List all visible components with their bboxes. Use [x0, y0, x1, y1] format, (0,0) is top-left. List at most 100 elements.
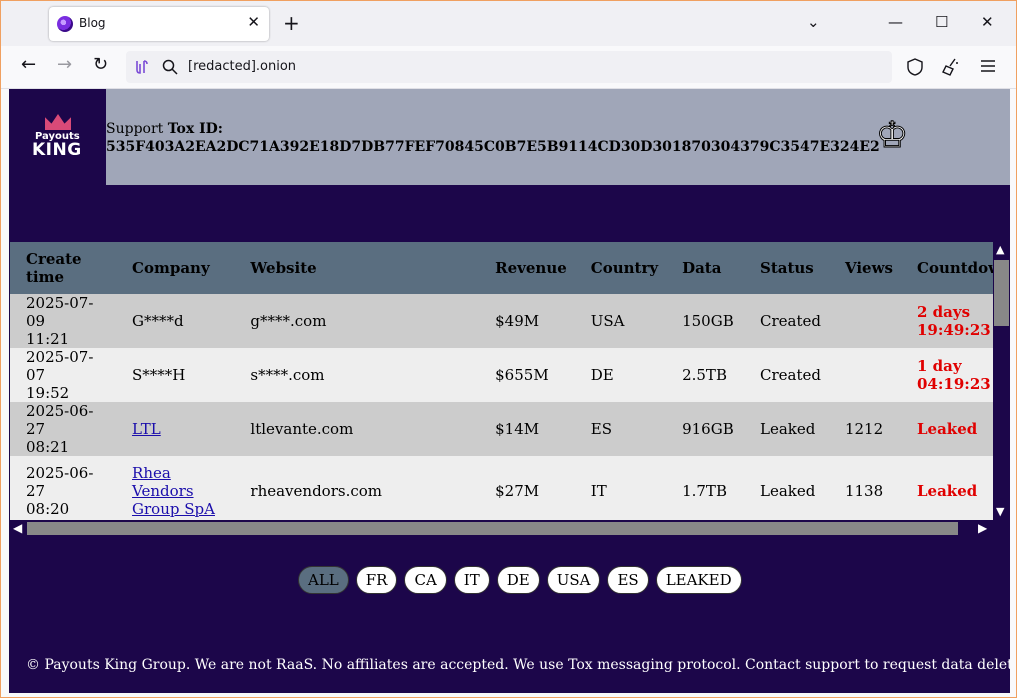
status-cell: Created — [743, 294, 829, 348]
data-size-cell: 2.5TB — [666, 348, 744, 402]
menu-icon[interactable] — [980, 59, 996, 73]
new-tab-button[interactable]: + — [283, 11, 300, 35]
create-time-cell: 2025-07-09 11:21 — [10, 294, 117, 348]
col-status: Status — [743, 242, 829, 294]
create-time-cell: 2025-07-07 19:52 — [10, 348, 117, 402]
create-time-cell: 2025-06-27 08:20 — [10, 456, 117, 520]
country-cell: DE — [574, 348, 667, 402]
website-cell: s****.com — [234, 348, 480, 402]
country-cell: USA — [574, 294, 667, 348]
chess-king-icon: ♔ — [875, 115, 909, 157]
revenue-cell: $27M — [479, 456, 575, 520]
tab-title: Blog — [79, 16, 106, 30]
website-cell: ltlevante.com — [234, 402, 480, 456]
filter-ca-button[interactable]: CA — [404, 566, 447, 594]
company-link[interactable]: Rhea Vendors Group SpA — [132, 464, 215, 518]
url-text: [redacted].onion — [188, 59, 297, 74]
filter-it-button[interactable]: IT — [453, 566, 490, 594]
tox-id: 535F403A2EA2DC71A392E18D7DB77FEF70845C0B… — [106, 139, 880, 155]
minimize-icon[interactable]: — — [888, 13, 903, 31]
search-icon — [162, 59, 178, 75]
col-country: Country — [574, 242, 667, 294]
table-header-row: Create time Company Website Revenue Coun… — [10, 242, 993, 294]
views-cell: 1212 — [828, 402, 901, 456]
url-bar[interactable]: [redacted].onion — [126, 51, 892, 83]
support-label: Support Tox ID: — [106, 121, 223, 137]
scroll-up-icon[interactable]: ▲ — [996, 243, 1004, 256]
revenue-cell: $49M — [479, 294, 575, 348]
country-cell: IT — [574, 456, 667, 520]
table-row[interactable]: 2025-06-27 08:21 LTL ltlevante.com $14M E… — [10, 402, 993, 456]
crown-icon — [45, 114, 71, 130]
filter-usa-button[interactable]: USA — [546, 566, 601, 594]
company-cell: Rhea Vendors Group SpA — [116, 456, 235, 520]
countdown-cell: 2 days 19:49:23 — [901, 294, 993, 348]
data-size-cell: 150GB — [666, 294, 744, 348]
forward-icon[interactable]: → — [57, 54, 72, 75]
tab-blog[interactable]: Blog ✕ — [49, 7, 269, 41]
scroll-left-icon[interactable]: ◀ — [13, 521, 22, 535]
status-cell: Leaked — [743, 402, 829, 456]
list-all-tabs-icon[interactable]: ⌄ — [807, 13, 820, 31]
scroll-right-icon[interactable]: ▶ — [978, 521, 987, 535]
nav-bar: ← → ↻ [redacted].onion — [1, 46, 1016, 89]
table-row[interactable]: 2025-07-09 11:21 G****d g****.com $49M US… — [10, 294, 993, 348]
tab-strip: Blog ✕ + ⌄ — ☐ ✕ — [1, 1, 1016, 46]
browser-window: Blog ✕ + ⌄ — ☐ ✕ ← → ↻ [redacted].onion — [0, 0, 1017, 698]
countdown-cell: 1 day 04:19:23 — [901, 348, 993, 402]
filter-fr-button[interactable]: FR — [355, 566, 398, 594]
tab-close-icon[interactable]: ✕ — [247, 13, 260, 31]
status-cell: Created — [743, 348, 829, 402]
reload-icon[interactable]: ↻ — [93, 54, 108, 75]
vertical-scroll-thumb[interactable] — [994, 260, 1009, 326]
company-cell: S****H — [116, 348, 235, 402]
scroll-down-icon[interactable]: ▼ — [996, 505, 1004, 518]
filter-de-button[interactable]: DE — [496, 566, 540, 594]
filter-all-button[interactable]: ALL — [298, 566, 349, 594]
close-window-icon[interactable]: ✕ — [981, 13, 994, 31]
site-logo[interactable]: Payouts KING — [9, 89, 106, 185]
victims-table: Create time Company Website Revenue Coun… — [10, 242, 993, 520]
col-company: Company — [116, 242, 235, 294]
revenue-cell: $14M — [479, 402, 575, 456]
filter-es-button[interactable]: ES — [607, 566, 649, 594]
col-countdown: Countdown — [901, 242, 993, 294]
views-cell — [828, 348, 901, 402]
privacy-icon[interactable] — [134, 59, 150, 75]
broom-icon[interactable] — [941, 57, 961, 77]
col-revenue: Revenue — [479, 242, 575, 294]
page-content: Payouts KING Support Tox ID: 535F403A2EA… — [9, 89, 1010, 693]
data-size-cell: 916GB — [666, 402, 744, 456]
horizontal-scroll-thumb[interactable] — [27, 522, 958, 535]
tor-onion-icon — [57, 16, 73, 32]
data-size-cell: 1.7TB — [666, 456, 744, 520]
shield-icon[interactable] — [907, 58, 923, 76]
col-views: Views — [828, 242, 901, 294]
countdown-cell: Leaked — [901, 402, 993, 456]
views-cell: 1138 — [828, 456, 901, 520]
create-time-cell: 2025-06-27 08:21 — [10, 402, 117, 456]
table-row[interactable]: 2025-06-27 08:20 Rhea Vendors Group SpA rhe… — [10, 456, 993, 520]
company-cell: G****d — [116, 294, 235, 348]
logo-text-bottom: KING — [32, 140, 82, 160]
company-link[interactable]: LTL — [132, 420, 161, 438]
back-icon[interactable]: ← — [21, 54, 36, 75]
site-header: Support Tox ID: 535F403A2EA2DC71A392E18D… — [106, 89, 1010, 185]
horizontal-scrollbar[interactable]: ◀ ▶ — [10, 520, 993, 537]
country-cell: ES — [574, 402, 667, 456]
countdown-cell: Leaked — [901, 456, 993, 520]
website-cell: g****.com — [234, 294, 480, 348]
views-cell — [828, 294, 901, 348]
maximize-icon[interactable]: ☐ — [935, 13, 948, 31]
country-filters: ALL FR CA IT DE USA ES LEAKED — [298, 566, 742, 594]
col-website: Website — [234, 242, 480, 294]
table-row[interactable]: 2025-07-07 19:52 S****H s****.com $655M D… — [10, 348, 993, 402]
website-cell: rheavendors.com — [234, 456, 480, 520]
col-create-time: Create time — [10, 242, 117, 294]
col-data: Data — [666, 242, 744, 294]
revenue-cell: $655M — [479, 348, 575, 402]
vertical-scrollbar[interactable]: ▲ ▼ — [993, 242, 1010, 520]
site-footer: © Payouts King Group. We are not RaaS. N… — [26, 657, 1010, 673]
filter-leaked-button[interactable]: LEAKED — [655, 566, 742, 594]
company-cell: LTL — [116, 402, 235, 456]
